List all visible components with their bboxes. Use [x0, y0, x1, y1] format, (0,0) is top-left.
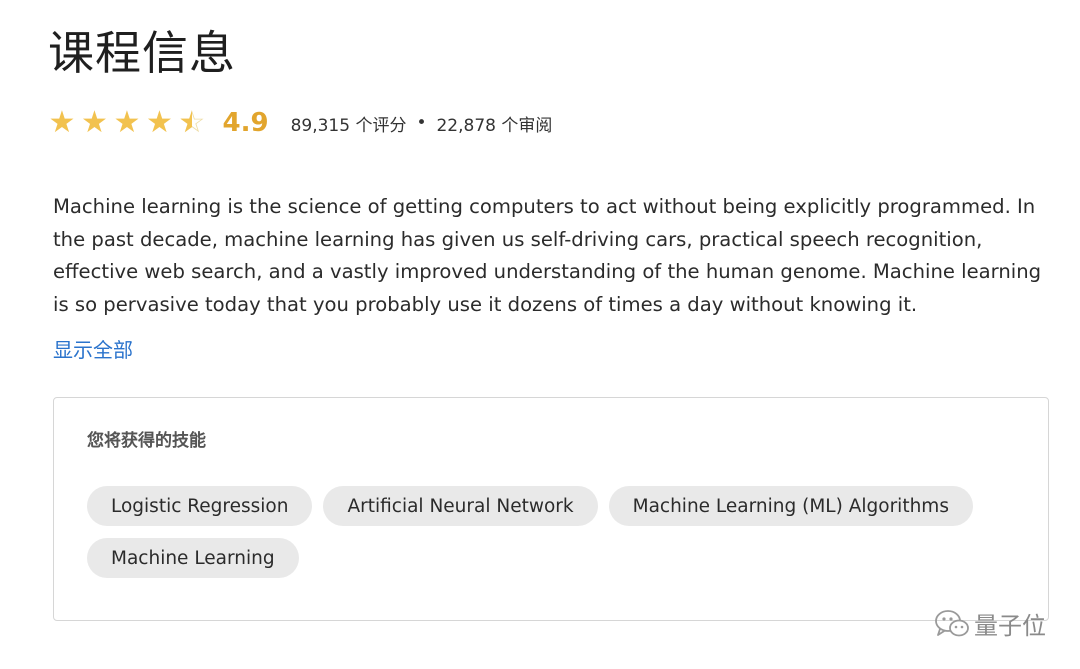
- skill-tag[interactable]: Logistic Regression: [87, 486, 313, 526]
- review-count[interactable]: 22,878 个审阅: [436, 111, 552, 136]
- skill-tag[interactable]: Artificial Neural Network: [323, 486, 598, 526]
- star-icon: ★: [113, 105, 141, 140]
- skill-tag[interactable]: Machine Learning (ML) Algorithms: [608, 486, 973, 526]
- rating-separator: •: [416, 113, 427, 133]
- rating-count: 89,315 个评分: [290, 115, 407, 136]
- course-description: Machine learning is the science of getti…: [53, 195, 1042, 316]
- skills-list: Logistic Regression Artificial Neural Ne…: [87, 486, 987, 578]
- skills-title: 您将获得的技能: [87, 431, 206, 451]
- half-star-icon: ☆ ★: [178, 105, 206, 140]
- page-title: 课程信息: [48, 26, 236, 80]
- wechat-icon: [935, 609, 969, 636]
- show-all-link[interactable]: 显示全部: [53, 334, 133, 363]
- watermark-text: 量子位: [974, 612, 1046, 640]
- star-icon: ★: [146, 105, 173, 140]
- star-icon: ★: [81, 105, 108, 140]
- skills-card: 您将获得的技能 Logistic Regression Artificial N…: [53, 397, 1049, 621]
- skill-tag[interactable]: Machine Learning: [87, 538, 299, 578]
- star-icon: ★: [48, 105, 76, 140]
- star-rating: ★ ★ ★ ★ ☆ ★: [46, 108, 209, 138]
- watermark: 量子位: [934, 606, 1046, 641]
- rating-value: 4.9: [222, 108, 269, 138]
- rating-row: ★ ★ ★ ★ ☆ ★ 4.9 89,315 个评分 • 22,878 个审阅: [46, 104, 553, 142]
